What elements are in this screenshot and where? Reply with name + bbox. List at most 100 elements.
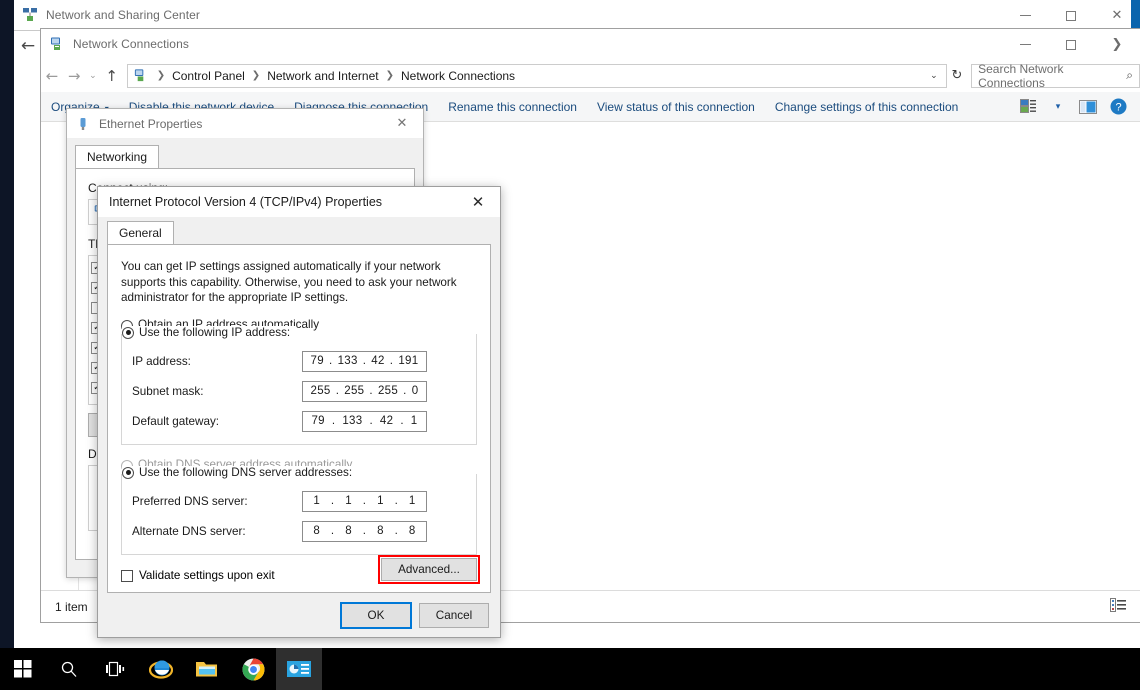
nc-maximize-button[interactable] [1048, 29, 1094, 60]
ipv4-dialog-footer: OK Cancel [340, 602, 489, 629]
change-settings-button[interactable]: Change settings of this connection [765, 100, 968, 114]
nc-address-bar: ← → ⌄ ↑ ❯ Control Panel ❯ Network and In… [41, 59, 1140, 92]
ethernet-dialog-close-button[interactable]: ✕ [381, 109, 423, 139]
pdns-octet-4[interactable]: 1 [409, 495, 416, 507]
up-button[interactable]: ↑ [101, 62, 123, 90]
ip-dot: . [362, 355, 367, 368]
details-view-icon[interactable] [1110, 598, 1126, 615]
use-following-ip-group: Use the following IP address: IP address… [121, 326, 477, 446]
ip-dot: . [394, 495, 399, 508]
default-gateway-input[interactable]: 79. 133. 42. 1 [302, 410, 427, 432]
view-status-button[interactable]: View status of this connection [587, 100, 765, 114]
nsc-maximize-button[interactable] [1048, 0, 1094, 31]
cancel-button[interactable]: Cancel [419, 603, 489, 628]
mask-octet-4[interactable]: 0 [412, 385, 419, 397]
back-button[interactable]: ← [41, 62, 63, 90]
gw-octet-4[interactable]: 1 [411, 415, 418, 427]
ethernet-adapter-icon [67, 117, 99, 131]
subnet-mask-input[interactable]: 255. 255. 255. 0 [302, 380, 427, 402]
preferred-dns-input[interactable]: 1. 1. 1. 1 [302, 490, 427, 512]
use-following-ip-radio-row[interactable]: Use the following IP address: [122, 326, 297, 340]
use-following-ip-label: Use the following IP address: [139, 326, 291, 340]
help-icon[interactable]: ? [1104, 95, 1132, 119]
breadcrumb-separator: ❯ [251, 70, 261, 81]
nsc-titlebar[interactable]: Network and Sharing Center ✕ [14, 0, 1140, 31]
nc-titlebar[interactable]: Network Connections ❯ [41, 29, 1140, 59]
status-view-buttons [1110, 598, 1126, 615]
ip-octet-1[interactable]: 79 [311, 355, 324, 367]
default-gateway-row: Default gateway: 79. 133. 42. 1 [132, 408, 476, 434]
use-following-dns-radio-row[interactable]: Use the following DNS server addresses: [122, 466, 359, 480]
breadcrumb-root-icon [128, 68, 150, 83]
internet-explorer-button[interactable] [138, 648, 184, 690]
ip-address-input[interactable]: 79. 133. 42. 191 [302, 350, 427, 372]
pdns-octet-1[interactable]: 1 [313, 495, 320, 507]
subnet-mask-row: Subnet mask: 255. 255. 255. 0 [132, 378, 476, 404]
search-placeholder: Search Network Connections [978, 61, 1064, 90]
nc-title: Network Connections [73, 37, 189, 51]
ip-dot: . [335, 385, 340, 398]
file-explorer-button[interactable] [184, 648, 230, 690]
search-button[interactable] [46, 648, 92, 690]
forward-button[interactable]: → [63, 62, 85, 90]
adns-octet-2[interactable]: 8 [345, 525, 352, 537]
ip-octet-3[interactable]: 42 [371, 355, 384, 367]
mask-octet-1[interactable]: 255 [311, 385, 331, 397]
breadcrumb[interactable]: ❯ Control Panel ❯ Network and Internet ❯… [126, 63, 947, 88]
ip-octet-2[interactable]: 133 [338, 355, 358, 367]
default-gateway-label: Default gateway: [132, 414, 220, 428]
breadcrumb-separator: ❯ [156, 70, 166, 81]
nc-back-arrow-icon[interactable]: ← [15, 33, 41, 59]
view-layout-icon[interactable] [1014, 95, 1042, 119]
gw-octet-3[interactable]: 42 [380, 415, 393, 427]
network-sharing-icon [14, 7, 46, 23]
ethernet-dialog-titlebar[interactable]: Ethernet Properties ✕ [67, 109, 423, 139]
ip-dot: . [330, 525, 335, 538]
ip-octet-4[interactable]: 191 [398, 355, 418, 367]
network-connections-icon [41, 36, 73, 52]
ethernet-tab-strip: Networking [67, 139, 423, 169]
advanced-button[interactable]: Advanced... [381, 558, 477, 581]
breadcrumb-item-network-and-internet[interactable]: Network and Internet [267, 69, 378, 83]
breadcrumb-item-network-connections[interactable]: Network Connections [401, 69, 515, 83]
nsc-title: Network and Sharing Center [46, 8, 201, 22]
tab-general[interactable]: General [107, 221, 174, 245]
ip-dot: . [329, 355, 333, 368]
pdns-octet-2[interactable]: 1 [345, 495, 352, 507]
use-following-ip-radio[interactable] [122, 326, 134, 339]
ipv4-dialog-close-button[interactable]: ✕ [456, 187, 500, 217]
svg-text:?: ? [1115, 102, 1121, 114]
validate-settings-checkbox[interactable] [121, 569, 133, 582]
adns-octet-1[interactable]: 8 [313, 525, 320, 537]
ip-dot: . [369, 385, 373, 398]
mask-octet-2[interactable]: 255 [344, 385, 364, 397]
chevron-down-icon[interactable]: ▾ [1044, 95, 1072, 119]
nsc-minimize-button[interactable] [1002, 0, 1048, 31]
refresh-icon[interactable]: ↻ [947, 64, 967, 88]
tab-networking[interactable]: Networking [75, 145, 160, 169]
adns-octet-3[interactable]: 8 [377, 525, 384, 537]
ipv4-dialog-titlebar[interactable]: Internet Protocol Version 4 (TCP/IPv4) P… [98, 187, 500, 217]
use-following-dns-radio[interactable] [122, 466, 134, 479]
chevron-down-icon[interactable]: ⌄ [922, 71, 946, 81]
nc-minimize-button[interactable] [1002, 29, 1048, 60]
task-view-button[interactable] [92, 648, 138, 690]
gw-octet-1[interactable]: 79 [311, 415, 324, 427]
network-connections-taskbar-button[interactable] [276, 648, 322, 690]
alternate-dns-input[interactable]: 8. 8. 8. 8 [302, 520, 427, 542]
breadcrumb-item-control-panel[interactable]: Control Panel [172, 69, 245, 83]
nsc-window-controls: ✕ [1002, 0, 1140, 31]
ok-button[interactable]: OK [340, 602, 412, 629]
ip-dot: . [389, 355, 394, 368]
nc-close-button[interactable]: ❯ [1094, 29, 1140, 60]
gw-octet-2[interactable]: 133 [342, 415, 362, 427]
adns-octet-4[interactable]: 8 [409, 525, 416, 537]
preview-pane-icon[interactable] [1074, 95, 1102, 119]
rename-connection-button[interactable]: Rename this connection [438, 100, 587, 114]
mask-octet-3[interactable]: 255 [378, 385, 398, 397]
chrome-button[interactable] [230, 648, 276, 690]
start-button[interactable] [0, 648, 46, 690]
pdns-octet-3[interactable]: 1 [377, 495, 384, 507]
search-input[interactable]: Search Network Connections ⌕ [971, 61, 1140, 90]
recent-locations-button[interactable]: ⌄ [85, 62, 100, 90]
